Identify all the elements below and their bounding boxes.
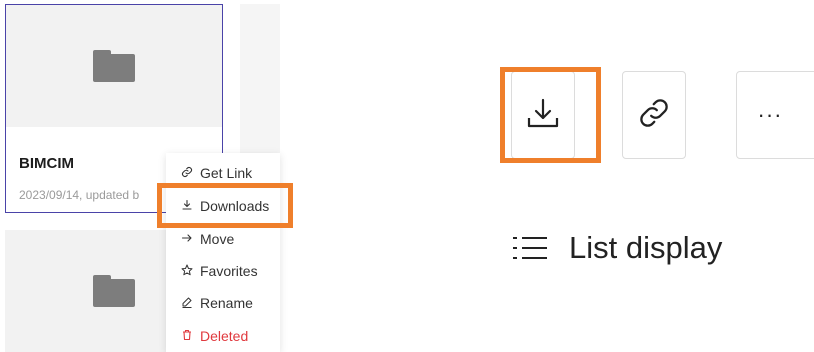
star-icon [180, 264, 194, 279]
menu-item-move[interactable]: Move [166, 223, 280, 255]
menu-item-label: Get Link [200, 165, 253, 181]
arrow-right-icon [180, 232, 194, 247]
download-button[interactable] [511, 71, 575, 159]
menu-item-downloads[interactable]: Downloads [166, 190, 280, 222]
link-icon [637, 96, 671, 135]
menu-item-label: Favorites [200, 263, 258, 279]
list-display-label: List display [569, 230, 723, 265]
folder-title: BIMCIM [19, 155, 74, 172]
more-icon: ··· [757, 102, 783, 127]
menu-item-favorites[interactable]: Favorites [166, 255, 280, 287]
download-icon [525, 96, 561, 135]
download-icon [180, 199, 194, 214]
folder-thumbnail [6, 5, 222, 127]
link-button[interactable] [622, 71, 686, 159]
list-display-toggle[interactable]: List display [513, 230, 722, 266]
folder-icon [93, 50, 135, 82]
menu-item-deleted[interactable]: Deleted [166, 320, 280, 352]
menu-item-rename[interactable]: Rename [166, 287, 280, 319]
menu-item-label: Deleted [200, 328, 249, 344]
more-button[interactable]: ··· [736, 71, 814, 159]
link-icon [180, 166, 194, 181]
menu-item-label: Move [200, 231, 235, 247]
pencil-icon [180, 296, 194, 311]
folder-meta: 2023/09/14, updated b [19, 188, 140, 202]
menu-item-get-link[interactable]: Get Link [166, 157, 280, 189]
menu-item-label: Rename [200, 295, 253, 311]
list-icon [513, 235, 547, 261]
context-menu: Get Link Downloads Move Favorites Rename… [166, 153, 280, 352]
trash-icon [180, 329, 194, 344]
menu-item-label: Downloads [200, 198, 270, 214]
folder-icon [93, 275, 135, 307]
